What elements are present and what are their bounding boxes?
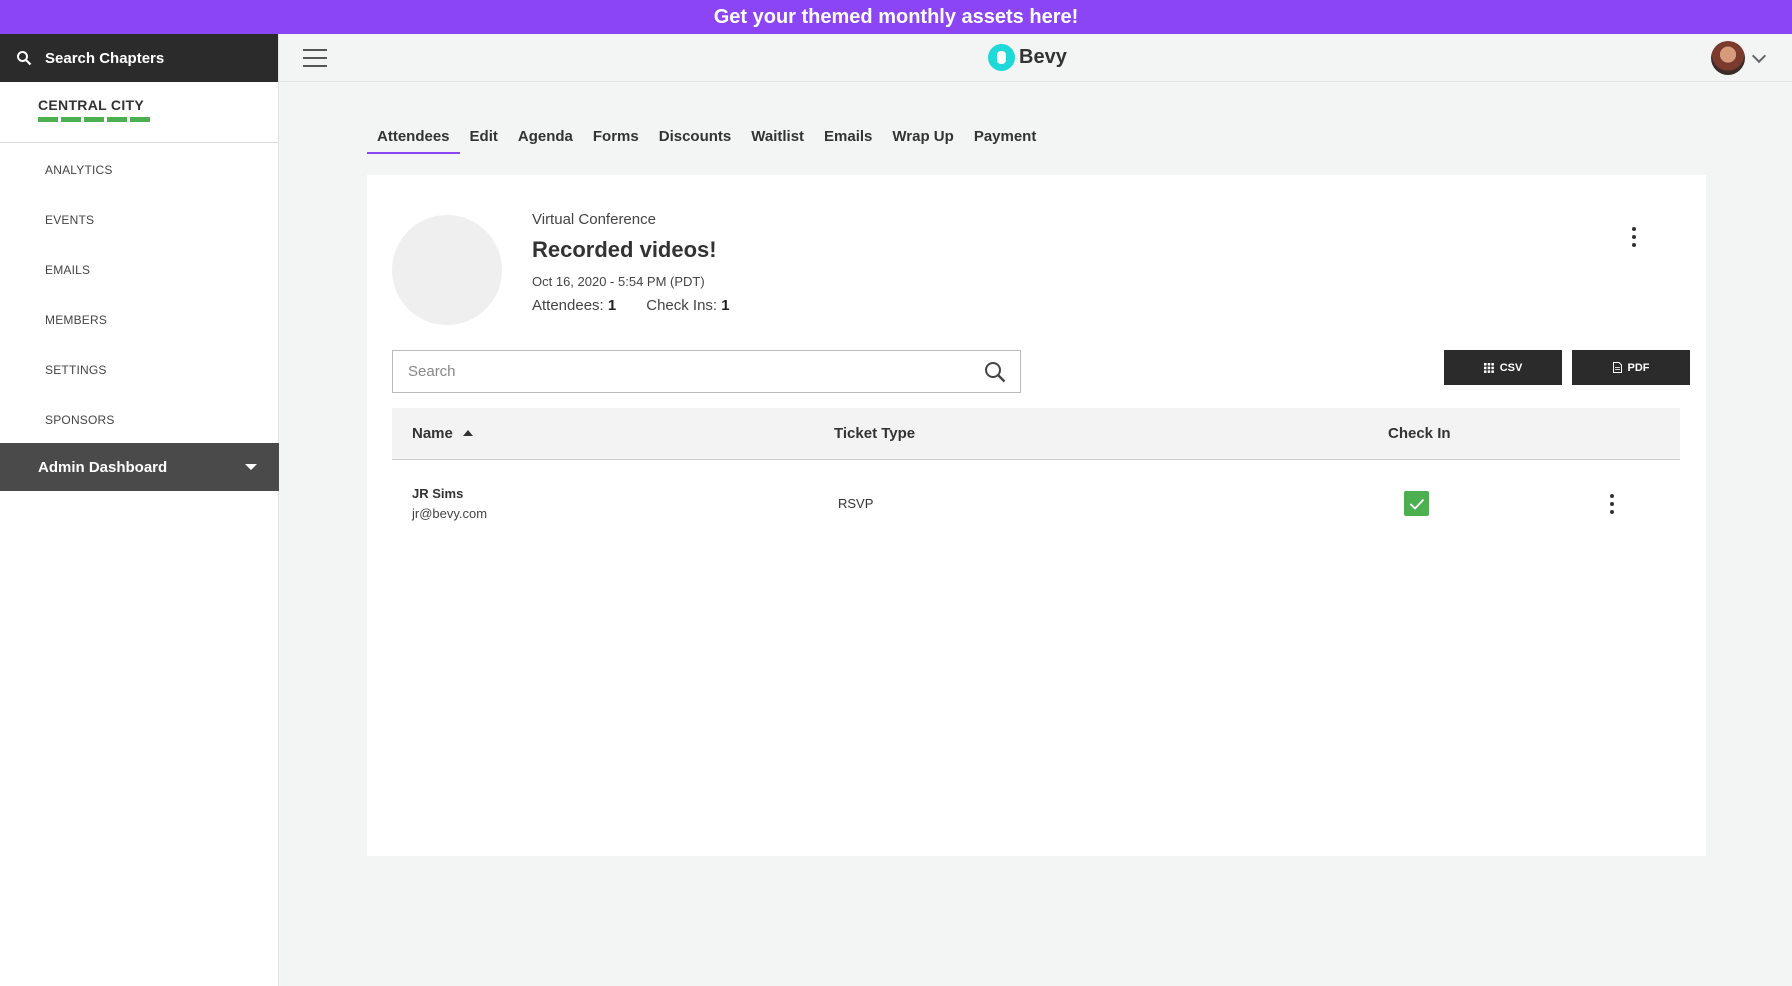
chevron-down-icon	[1751, 48, 1767, 63]
pdf-label: PDF	[1627, 361, 1650, 374]
event-tabs: Attendees Edit Agenda Forms Discounts Wa…	[367, 118, 1046, 154]
sidebar: Search Chapters CENTRAL CITY ANALYTICS E…	[0, 34, 279, 986]
export-csv-button[interactable]: CSV	[1444, 350, 1562, 385]
table-header: Name Ticket Type Check In	[392, 408, 1680, 460]
tab-wrap-up[interactable]: Wrap Up	[882, 118, 963, 154]
csv-label: CSV	[1499, 361, 1523, 374]
event-stats: Attendees: 1 Check Ins: 1	[532, 297, 730, 314]
attendees-card: Virtual Conference Recorded videos! Oct …	[367, 175, 1706, 856]
tab-agenda[interactable]: Agenda	[508, 118, 583, 154]
attendees-stat: Attendees: 1	[532, 297, 617, 314]
logo-text: Bevy	[1019, 46, 1067, 68]
document-icon	[1612, 362, 1622, 373]
hamburger-icon[interactable]	[303, 49, 327, 67]
tab-forms[interactable]: Forms	[583, 118, 649, 154]
row-more-kebab-icon[interactable]	[1609, 494, 1615, 514]
avatar	[1711, 41, 1745, 75]
table-row: JR Sims jr@bevy.com RSVP	[392, 460, 1680, 545]
event-title: Recorded videos!	[532, 237, 717, 262]
attendees-count: 1	[607, 297, 617, 314]
check-icon	[1409, 498, 1424, 510]
event-date: Oct 16, 2020 - 5:54 PM (PDT)	[532, 274, 705, 289]
checkins-count: 1	[721, 297, 730, 314]
admin-dashboard-label: Admin Dashboard	[38, 458, 168, 476]
attendees-table: Name Ticket Type Check In JR Sims jr@bev…	[392, 408, 1680, 545]
sidebar-item-sponsors[interactable]: SPONSORS	[0, 395, 278, 445]
grid-icon	[1483, 362, 1494, 373]
tab-waitlist[interactable]: Waitlist	[741, 118, 814, 154]
user-menu[interactable]	[1711, 41, 1767, 75]
chapter-header[interactable]: CENTRAL CITY	[0, 82, 278, 143]
search-chapters-button[interactable]: Search Chapters	[0, 34, 278, 82]
promo-banner[interactable]: Get your themed monthly assets here!	[0, 0, 1792, 34]
event-more-kebab-icon[interactable]	[1631, 227, 1637, 247]
column-header-name[interactable]: Name	[412, 425, 473, 442]
search-icon[interactable]	[984, 361, 1006, 383]
tab-discounts[interactable]: Discounts	[649, 118, 742, 154]
caret-down-icon	[245, 464, 257, 470]
tab-payment[interactable]: Payment	[964, 118, 1047, 154]
bevy-logo-icon	[988, 44, 1015, 71]
sidebar-item-emails[interactable]: EMAILS	[0, 245, 278, 295]
checkins-stat: Check Ins: 1	[646, 297, 730, 314]
column-header-check-in: Check In	[1388, 425, 1451, 442]
check-in-checkbox[interactable]	[1404, 491, 1429, 516]
top-bar: Bevy	[279, 34, 1792, 82]
event-image	[392, 215, 502, 325]
search-input[interactable]	[408, 363, 908, 380]
search-chapters-label: Search Chapters	[45, 49, 165, 67]
search-icon	[17, 51, 32, 66]
tab-emails[interactable]: Emails	[814, 118, 882, 154]
admin-dashboard-toggle[interactable]: Admin Dashboard	[0, 443, 279, 491]
attendee-search	[392, 350, 1021, 393]
bevy-logo[interactable]: Bevy	[988, 44, 1067, 71]
sidebar-nav: ANALYTICS EVENTS EMAILS MEMBERS SETTINGS…	[0, 145, 278, 445]
export-pdf-button[interactable]: PDF	[1572, 350, 1690, 385]
sidebar-item-analytics[interactable]: ANALYTICS	[0, 145, 278, 195]
sidebar-item-settings[interactable]: SETTINGS	[0, 345, 278, 395]
attendee-email: jr@bevy.com	[412, 506, 488, 521]
tab-attendees[interactable]: Attendees	[367, 118, 460, 154]
event-type: Virtual Conference	[532, 211, 656, 228]
sidebar-item-events[interactable]: EVENTS	[0, 195, 278, 245]
column-header-ticket-type: Ticket Type	[834, 425, 916, 442]
sidebar-item-members[interactable]: MEMBERS	[0, 295, 278, 345]
chapter-name: CENTRAL CITY	[38, 97, 145, 113]
attendee-ticket-type: RSVP	[838, 496, 874, 511]
tab-edit[interactable]: Edit	[460, 118, 508, 154]
sort-up-icon	[462, 430, 473, 436]
attendee-name: JR Sims	[412, 486, 464, 501]
chapter-color-bars	[38, 117, 278, 122]
